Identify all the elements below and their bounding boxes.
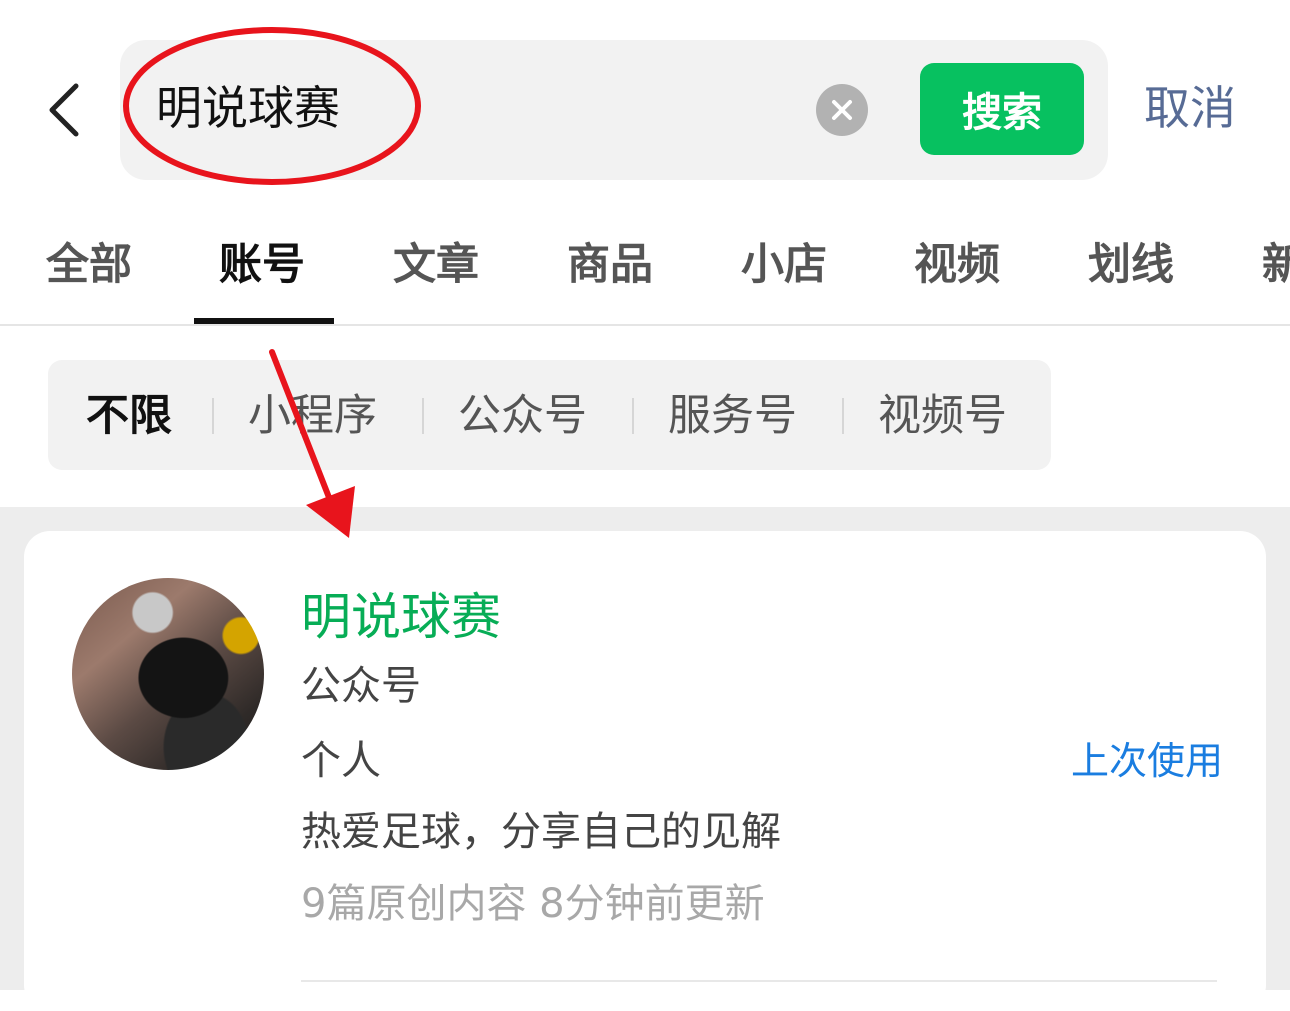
filter-all[interactable]: 不限 (86, 388, 172, 444)
divider (0, 324, 1290, 326)
account-meta: 9篇原创内容 8分钟前更新 (301, 881, 765, 927)
filter-separator (212, 398, 214, 434)
filter-separator (422, 398, 424, 434)
tab-shops[interactable]: 小店 (741, 236, 827, 294)
account-name[interactable]: 明说球赛 (301, 586, 501, 648)
account-description: 热爱足球，分享自己的见解 (301, 809, 781, 855)
search-button[interactable]: 搜索 (920, 63, 1084, 155)
filter-channels[interactable]: 视频号 (878, 388, 1007, 444)
tab-all[interactable]: 全部 (46, 236, 132, 294)
close-icon (832, 100, 852, 120)
last-used-badge: 上次使用 (1071, 739, 1224, 783)
filter-official-account[interactable]: 公众号 (458, 388, 587, 444)
tab-highlights[interactable]: 划线 (1088, 236, 1174, 294)
filter-separator (632, 398, 634, 434)
filter-separator (842, 398, 844, 434)
tab-news[interactable]: 新 (1262, 236, 1290, 294)
tab-videos[interactable]: 视频 (914, 236, 1000, 294)
back-button[interactable] (40, 80, 90, 140)
tab-accounts[interactable]: 账号 (219, 236, 305, 294)
clear-search-button[interactable] (816, 84, 868, 136)
cancel-button[interactable]: 取消 (1144, 78, 1236, 138)
filter-mini-program[interactable]: 小程序 (248, 388, 377, 444)
chevron-left-icon (49, 83, 79, 137)
avatar[interactable] (72, 578, 264, 770)
divider (301, 980, 1217, 982)
filter-service-account[interactable]: 服务号 (668, 388, 797, 444)
account-subject-type: 个人 (301, 738, 381, 784)
search-input[interactable]: 明说球赛 (156, 78, 340, 138)
tab-articles[interactable]: 文章 (393, 236, 479, 294)
tab-products[interactable]: 商品 (567, 236, 653, 294)
account-type: 公众号 (301, 663, 421, 709)
